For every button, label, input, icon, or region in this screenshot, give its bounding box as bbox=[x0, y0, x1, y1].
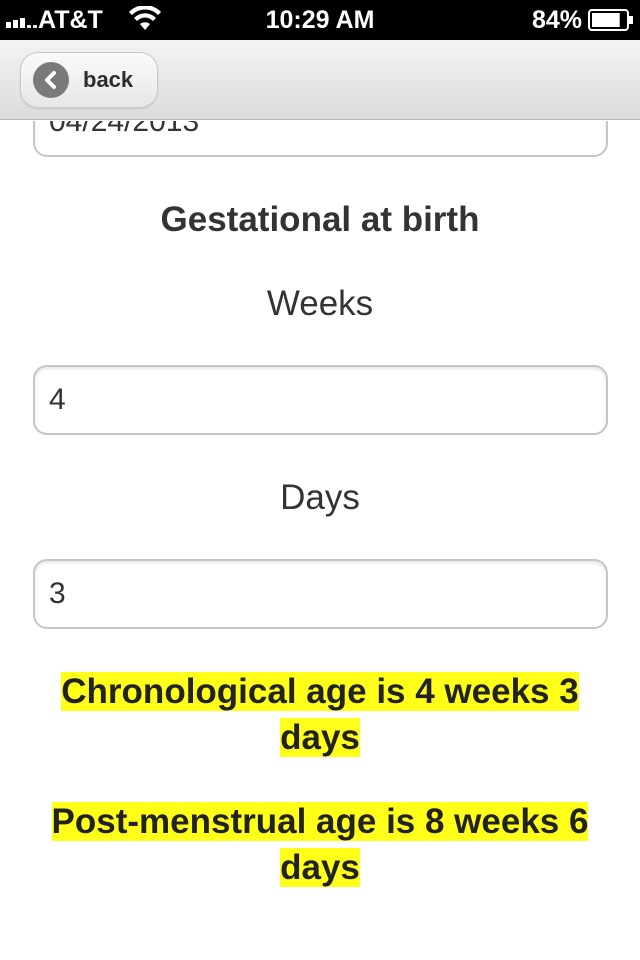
status-bar: AT&T 10:29 AM 84% bbox=[0, 0, 640, 40]
weeks-label: Weeks bbox=[266, 284, 374, 323]
back-button[interactable]: back bbox=[20, 52, 158, 108]
birth-date-value: 04/24/2013 bbox=[49, 121, 200, 138]
birth-date-field[interactable]: 04/24/2013 bbox=[33, 121, 608, 157]
weeks-input[interactable] bbox=[33, 365, 608, 435]
chronological-age-text: Chronological age is 4 weeks 3 days bbox=[61, 672, 579, 757]
back-arrow-icon bbox=[33, 62, 69, 98]
nav-header: back bbox=[0, 40, 640, 120]
post-menstrual-age-text: Post-menstrual age is 8 weeks 6 days bbox=[51, 802, 589, 887]
days-label: Days bbox=[280, 478, 360, 517]
days-input[interactable] bbox=[33, 559, 608, 629]
post-menstrual-age-result: Post-menstrual age is 8 weeks 6 days bbox=[20, 799, 620, 891]
battery-icon bbox=[588, 9, 633, 31]
gestational-title: Gestational at birth bbox=[160, 200, 480, 239]
chronological-age-result: Chronological age is 4 weeks 3 days bbox=[20, 669, 620, 761]
form-content: 04/24/2013 Gestational at birth Weeks Da… bbox=[0, 121, 640, 960]
back-button-label: back bbox=[83, 67, 134, 92]
battery-percentage: 84% bbox=[531, 6, 582, 34]
